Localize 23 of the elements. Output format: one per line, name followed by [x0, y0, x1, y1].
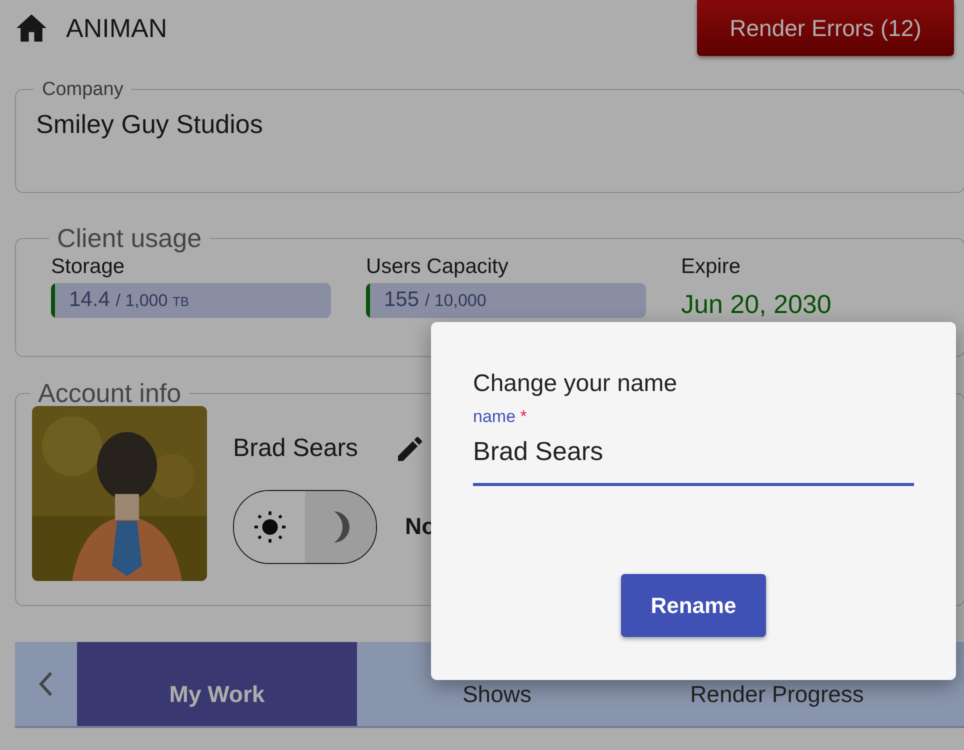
tab[interactable]: Render Progress: [637, 642, 917, 726]
rename-button[interactable]: Rename: [621, 574, 766, 636]
meter-label: Storage: [51, 254, 126, 280]
home-icon[interactable]: [15, 13, 48, 43]
app-title: ANIMAN: [66, 12, 168, 44]
user-name: Brad Sears: [233, 433, 358, 464]
field-label: name *: [473, 406, 528, 428]
tab[interactable]: My Work: [77, 642, 357, 726]
meter-label: Users Capacity: [366, 254, 510, 280]
name-field[interactable]: Brad Sears: [473, 430, 914, 486]
meter-reading: 14.4 / 1,000 TB: [69, 287, 190, 314]
theme-option[interactable]: [305, 490, 376, 562]
tab[interactable]: Shows: [357, 642, 637, 726]
expire-label: Expire: [681, 254, 742, 280]
render-errors-button[interactable]: Render Errors (12): [697, 0, 954, 56]
expire-date: Jun 20, 2030: [681, 290, 832, 316]
fieldset-legend: Account info: [30, 380, 190, 406]
fieldset-legend: Company: [34, 80, 132, 99]
sun-icon: [252, 510, 286, 544]
fieldset-legend: Client usage: [49, 225, 210, 251]
dialog-title: Change your name: [473, 369, 678, 399]
company-name: Smiley Guy Studios: [36, 108, 264, 141]
meter-reading: 155 / 10,000: [384, 287, 486, 314]
